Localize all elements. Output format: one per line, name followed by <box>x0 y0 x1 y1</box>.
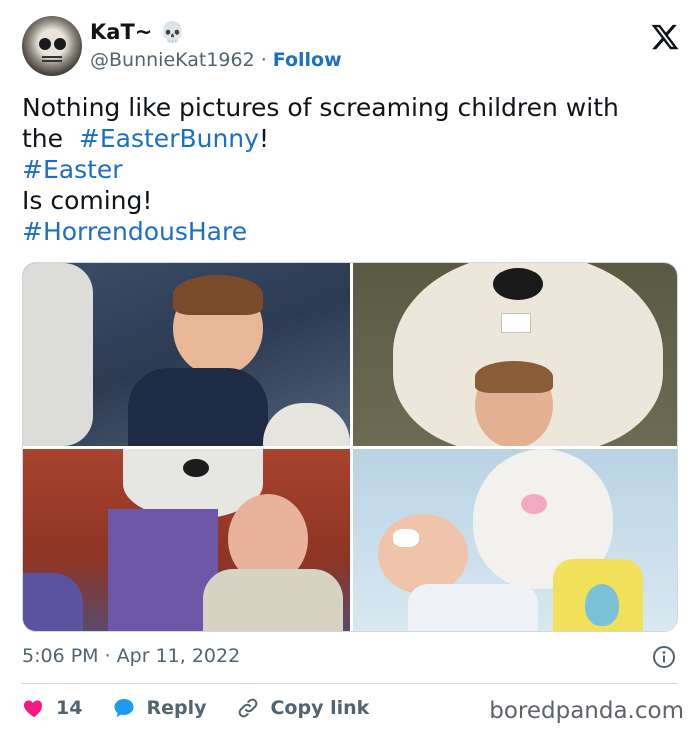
hashtag-easterbunny[interactable]: #EasterBunny <box>79 124 259 153</box>
bunny-nose-shape <box>521 494 547 514</box>
follow-button[interactable]: Follow <box>273 49 342 71</box>
tweet-header: KaT~ 💀 @BunnieKat1962 · Follow <box>22 16 682 78</box>
easter-egg-shape <box>585 584 619 626</box>
tweet-line: the #EasterBunny! <box>22 123 672 154</box>
media-grid <box>22 262 678 632</box>
user-handle[interactable]: @BunnieKat1962 <box>90 49 255 71</box>
like-button[interactable]: 14 <box>22 696 82 720</box>
child-hair-bow-shape <box>393 529 419 547</box>
bunny-suit-shape <box>23 263 93 446</box>
reply-bubble-icon <box>114 699 134 717</box>
child-shirt-shape <box>128 368 268 446</box>
tweet-text-fragment: the <box>22 124 79 153</box>
photo-4[interactable] <box>353 449 677 631</box>
photo-1[interactable] <box>23 263 350 446</box>
photo-2[interactable] <box>353 263 677 446</box>
name-row: KaT~ 💀 <box>90 20 185 44</box>
child-outfit-shape <box>203 569 343 631</box>
child-hair-shape <box>173 275 263 315</box>
bunny-nose-shape <box>493 268 543 300</box>
avatar-eye <box>39 38 51 50</box>
avatar-teeth <box>42 56 62 62</box>
link-icon <box>239 698 258 718</box>
action-bar: 14 Reply Copy link <box>22 693 399 723</box>
heart-icon <box>23 700 43 717</box>
child-hair-shape <box>475 361 553 393</box>
bunny-vest-shape <box>108 509 218 631</box>
photo-3[interactable] <box>23 449 350 631</box>
display-name[interactable]: KaT~ <box>90 20 152 44</box>
copy-link-button[interactable]: Copy link <box>236 696 369 720</box>
bunny-teeth-shape <box>501 313 531 333</box>
tweet-timestamp[interactable]: 5:06 PM · Apr 11, 2022 <box>22 645 240 667</box>
tweet-text: Nothing like pictures of screaming child… <box>22 92 672 247</box>
hashtag-horrendoushare[interactable]: #HorrendousHare <box>22 216 672 247</box>
purple-blanket-shape <box>23 573 83 631</box>
watermark: boredpanda.com <box>489 698 684 724</box>
reply-label: Reply <box>146 697 207 719</box>
bunny-nose-shape <box>183 459 209 477</box>
tweet-line: Is coming! <box>22 186 153 215</box>
copy-link-label: Copy link <box>270 697 370 719</box>
tweet-line: Nothing like pictures of screaming child… <box>22 93 619 122</box>
info-icon[interactable] <box>652 645 676 669</box>
child-head-shape <box>378 514 468 594</box>
avatar[interactable] <box>22 16 82 76</box>
child-dress-shape <box>408 584 538 631</box>
bunny-paw-shape <box>263 403 350 446</box>
hashtag-easter[interactable]: #Easter <box>22 154 672 185</box>
x-logo-icon[interactable] <box>650 22 680 52</box>
like-count: 14 <box>56 697 83 719</box>
handle-row: @BunnieKat1962 · Follow <box>90 49 342 71</box>
tweet-text-fragment: ! <box>258 124 269 153</box>
reply-button[interactable]: Reply <box>112 696 206 720</box>
avatar-eye <box>54 38 66 50</box>
separator: · <box>260 49 267 71</box>
skull-emoji: 💀 <box>160 20 186 44</box>
divider <box>22 683 678 684</box>
